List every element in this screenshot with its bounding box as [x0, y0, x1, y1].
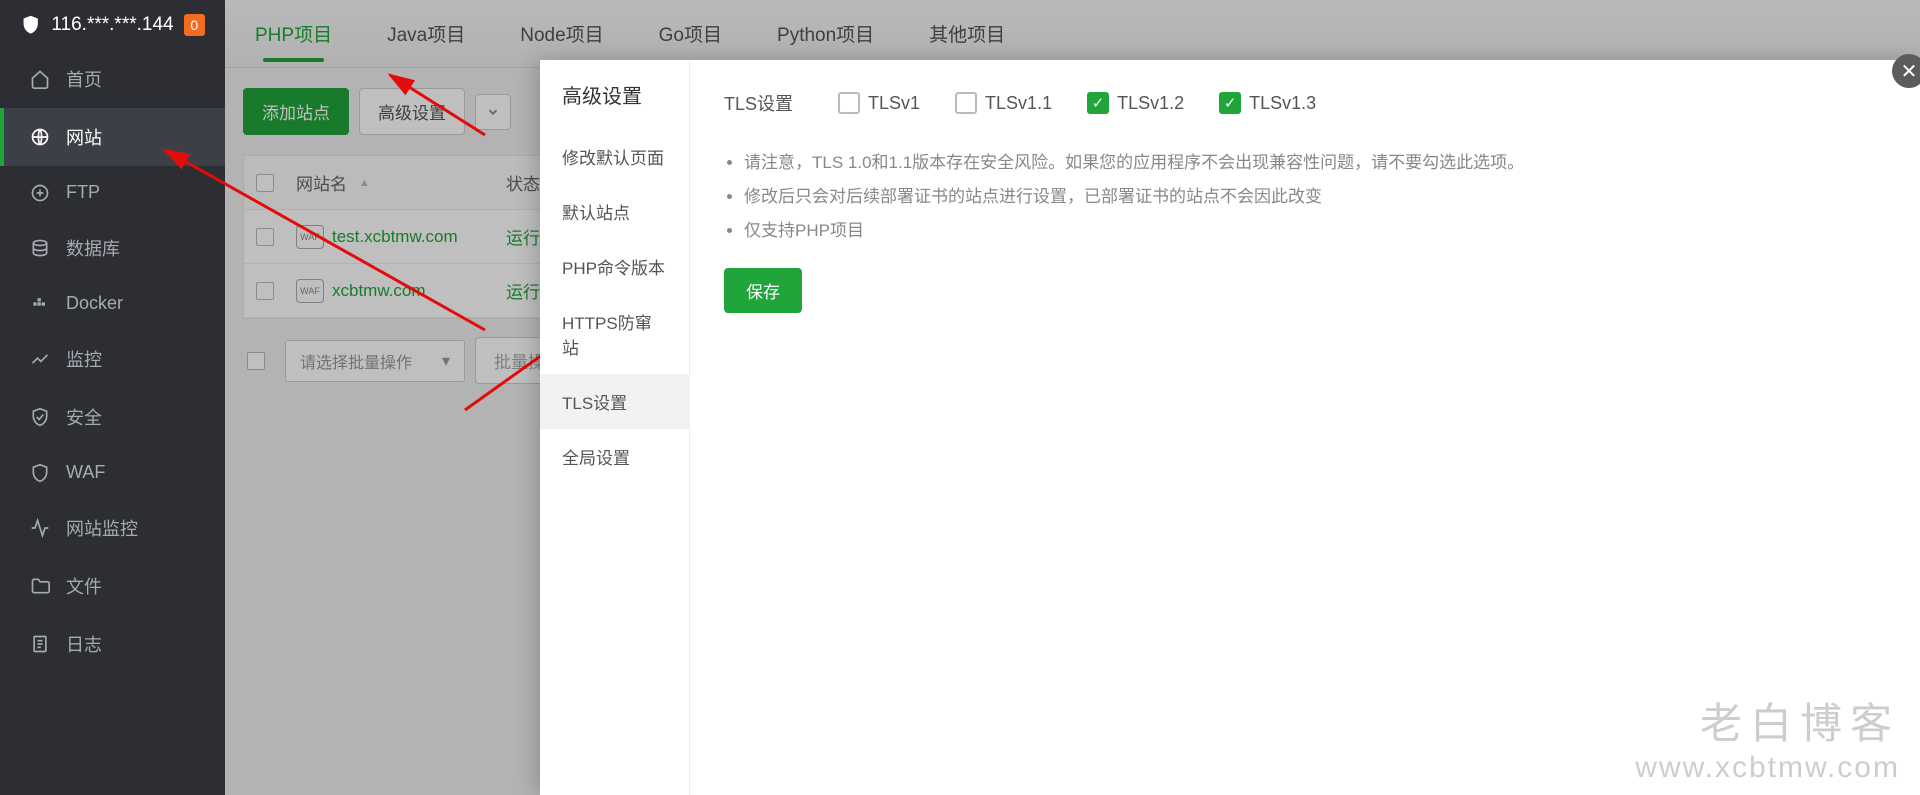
- sidebar-item-label: 监控: [66, 346, 102, 372]
- security-icon: [30, 407, 50, 427]
- tls-option[interactable]: ✓ TLSv1.2: [1087, 92, 1184, 114]
- tls-option-label: TLSv1.1: [985, 93, 1052, 114]
- sidebar-header: 116.***.***.144 0: [0, 0, 225, 50]
- sidebar-item-label: 数据库: [66, 235, 120, 261]
- docker-icon: [30, 294, 50, 314]
- checkbox-icon: ✓: [1219, 92, 1241, 114]
- sidebar-item-log[interactable]: 日志: [0, 615, 225, 673]
- modal-nav-item[interactable]: 全局设置: [540, 429, 689, 484]
- waf-icon: [30, 463, 50, 483]
- sidebar-item-home[interactable]: 首页: [0, 50, 225, 108]
- modal-nav-item[interactable]: 修改默认页面: [540, 129, 689, 184]
- db-icon: [30, 238, 50, 258]
- tls-option-label: TLSv1.2: [1117, 93, 1184, 114]
- note-item: 请注意，TLS 1.0和1.1版本存在安全风险。如果您的应用程序不会出现兼容性问…: [744, 146, 1886, 180]
- sidebar-item-label: FTP: [66, 182, 100, 203]
- close-icon[interactable]: ✕: [1892, 54, 1920, 88]
- sidebar-item-sitemon[interactable]: 网站监控: [0, 499, 225, 557]
- sidebar-item-waf[interactable]: WAF: [0, 446, 225, 499]
- folder-icon: [30, 576, 50, 596]
- shield-icon: [20, 14, 41, 36]
- modal-sidebar: 高级设置 修改默认页面默认站点PHP命令版本HTTPS防窜站TLS设置全局设置: [540, 60, 690, 795]
- tls-option[interactable]: ✓ TLSv1.3: [1219, 92, 1316, 114]
- monitor-icon: [30, 349, 50, 369]
- tls-option[interactable]: TLSv1: [838, 92, 920, 114]
- ftp-icon: [30, 183, 50, 203]
- tls-option-label: TLSv1.3: [1249, 93, 1316, 114]
- sidebar-item-docker[interactable]: Docker: [0, 277, 225, 330]
- modal-nav-item[interactable]: PHP命令版本: [540, 239, 689, 294]
- note-item: 仅支持PHP项目: [744, 214, 1886, 248]
- tls-option[interactable]: TLSv1.1: [955, 92, 1052, 114]
- home-icon: [30, 69, 50, 89]
- checkbox-icon: [955, 92, 977, 114]
- save-button[interactable]: 保存: [724, 268, 802, 313]
- log-icon: [30, 634, 50, 654]
- modal-nav-item[interactable]: 默认站点: [540, 184, 689, 239]
- modal-title: 高级设置: [540, 60, 689, 129]
- sidebar-item-globe[interactable]: 网站: [0, 108, 225, 166]
- modal-body: TLS设置 TLSv1 TLSv1.1 ✓ TLSv1.2 ✓ TLSv1.3 请注意，T…: [690, 60, 1920, 795]
- tls-option-label: TLSv1: [868, 93, 920, 114]
- modal-nav-item[interactable]: HTTPS防窜站: [540, 294, 689, 374]
- tls-label: TLS设置: [724, 90, 793, 116]
- sidebar-item-label: 文件: [66, 573, 102, 599]
- sidebar-item-label: 日志: [66, 631, 102, 657]
- notification-badge[interactable]: 0: [184, 14, 205, 36]
- sidebar-item-label: WAF: [66, 462, 105, 483]
- sidebar-item-label: Docker: [66, 293, 123, 314]
- sidebar-item-folder[interactable]: 文件: [0, 557, 225, 615]
- server-ip: 116.***.***.144: [51, 14, 173, 36]
- sidebar-item-security[interactable]: 安全: [0, 388, 225, 446]
- sidebar-item-label: 首页: [66, 66, 102, 92]
- sidebar-item-db[interactable]: 数据库: [0, 219, 225, 277]
- notes-list: 请注意，TLS 1.0和1.1版本存在安全风险。如果您的应用程序不会出现兼容性问…: [724, 146, 1886, 248]
- sidebar-item-monitor[interactable]: 监控: [0, 330, 225, 388]
- sidebar-item-label: 网站监控: [66, 515, 138, 541]
- sidebar-item-label: 安全: [66, 404, 102, 430]
- sidebar-item-label: 网站: [66, 124, 102, 150]
- advanced-settings-modal: ✕ 高级设置 修改默认页面默认站点PHP命令版本HTTPS防窜站TLS设置全局设…: [540, 60, 1920, 795]
- note-item: 修改后只会对后续部署证书的站点进行设置，已部署证书的站点不会因此改变: [744, 180, 1886, 214]
- globe-icon: [30, 127, 50, 147]
- modal-nav-item[interactable]: TLS设置: [540, 374, 689, 429]
- sidebar: 116.***.***.144 0 首页网站 FTP 数据库 Docker 监控安全 WA…: [0, 0, 225, 795]
- checkbox-icon: ✓: [1087, 92, 1109, 114]
- sitemon-icon: [30, 518, 50, 538]
- tls-options-row: TLS设置 TLSv1 TLSv1.1 ✓ TLSv1.2 ✓ TLSv1.3: [724, 90, 1886, 116]
- checkbox-icon: [838, 92, 860, 114]
- sidebar-item-ftp[interactable]: FTP: [0, 166, 225, 219]
